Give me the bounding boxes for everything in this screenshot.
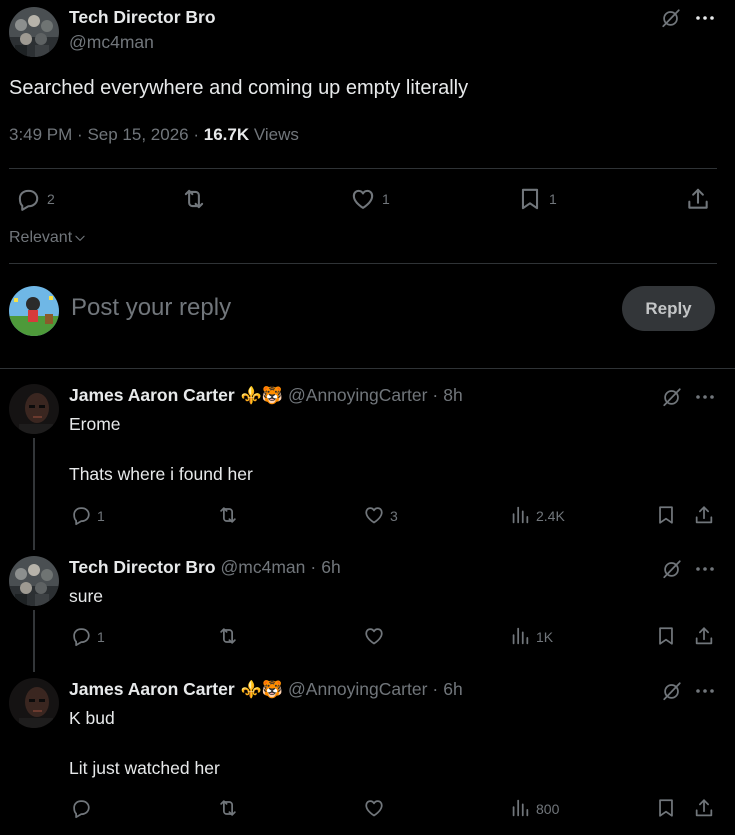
author-name[interactable]: Tech Director Bro [69,557,216,578]
like-icon[interactable] [363,797,385,819]
views-label: Views [253,125,299,144]
grok-icon[interactable] [661,680,683,702]
separator: · [193,125,200,144]
like-count: 3 [390,508,398,524]
repost-icon[interactable] [217,504,239,526]
reply-button[interactable]: Reply [622,286,715,331]
reply-text-line: Erome [69,414,121,434]
author-name[interactable]: Tech Director Bro [69,7,216,28]
post-date[interactable]: Sep 15, 2026 [87,125,188,144]
separator: · [77,125,83,144]
reply-count: 1 [97,508,105,524]
views-count: 800 [536,801,560,817]
reply-header: James Aaron Carter ⚜️🐯 @AnnoyingCarter ·… [69,385,463,406]
author-name[interactable]: James Aaron Carter [69,679,235,700]
reply-header: James Aaron Carter ⚜️🐯 @AnnoyingCarter ·… [69,679,463,700]
share-icon[interactable] [693,625,715,647]
divider [9,168,717,169]
repost-icon[interactable] [217,797,239,819]
avatar[interactable] [9,384,59,434]
more-icon[interactable] [694,8,716,28]
author-emoji: ⚜️🐯 [240,385,284,405]
reply-text-line: Lit just watched her [69,758,220,778]
separator: · [432,385,439,405]
reply-input[interactable]: Post your reply [71,294,231,322]
author-handle[interactable]: @mc4man [221,557,306,578]
avatar[interactable] [9,7,59,57]
grok-icon[interactable] [661,558,683,580]
thread-line [33,610,35,672]
author-name[interactable]: James Aaron Carter [69,385,235,406]
bookmark-count: 1 [549,191,557,207]
author-handle[interactable]: @AnnoyingCarter [288,385,427,406]
divider [9,263,717,264]
author-handle[interactable]: @AnnoyingCarter [288,679,427,700]
post-time[interactable]: 6h [321,557,340,578]
reply-icon[interactable] [70,797,92,819]
reply-icon[interactable] [15,186,41,212]
reply-count: 1 [97,629,105,645]
views-count: 16.7K [203,125,250,144]
more-icon[interactable] [694,387,716,407]
my-avatar [9,286,59,336]
repost-icon[interactable] [217,625,239,647]
reply-icon[interactable] [70,504,92,526]
grok-icon[interactable] [660,7,682,29]
views-icon[interactable] [509,797,531,819]
bookmark-icon[interactable] [655,625,677,647]
post-time[interactable]: 8h [443,385,462,406]
like-icon[interactable] [363,504,385,526]
reply-text-line: K bud [69,708,115,728]
bookmark-icon[interactable] [655,504,677,526]
avatar[interactable] [9,556,59,606]
separator: · [432,679,439,699]
more-icon[interactable] [694,559,716,579]
bookmark-icon[interactable] [517,186,543,212]
thread-line [33,438,35,550]
views-icon[interactable] [509,625,531,647]
reply-text-line: Thats where i found her [69,464,253,484]
divider [0,368,735,369]
share-icon[interactable] [685,186,711,212]
sort-dropdown[interactable]: Relevant [9,229,87,247]
reply-header: Tech Director Bro @mc4man · 6h [69,557,341,578]
post-text: Searched everywhere and coming up empty … [9,77,469,99]
post-time[interactable]: 6h [443,679,462,700]
like-icon[interactable] [350,186,376,212]
sort-label: Relevant [9,229,73,246]
reply-icon[interactable] [70,625,92,647]
reply-text-line: sure [69,586,104,606]
reply-count: 2 [47,191,55,207]
views-count: 1K [536,629,554,645]
separator: · [310,557,317,577]
share-icon[interactable] [693,797,715,819]
views-icon[interactable] [509,504,531,526]
grok-icon[interactable] [661,386,683,408]
like-icon[interactable] [363,625,385,647]
more-icon[interactable] [694,681,716,701]
repost-icon[interactable] [181,186,207,212]
bookmark-icon[interactable] [655,797,677,819]
share-icon[interactable] [693,504,715,526]
post-meta: 3:49 PM · Sep 15, 2026 · 16.7K Views [9,125,299,145]
author-handle[interactable]: @mc4man [69,32,154,53]
post-time[interactable]: 3:49 PM [9,125,72,144]
avatar[interactable] [9,678,59,728]
author-emoji: ⚜️🐯 [240,679,284,699]
views-count: 2.4K [536,508,565,524]
chevron-down-icon [73,231,87,245]
like-count: 1 [382,191,390,207]
